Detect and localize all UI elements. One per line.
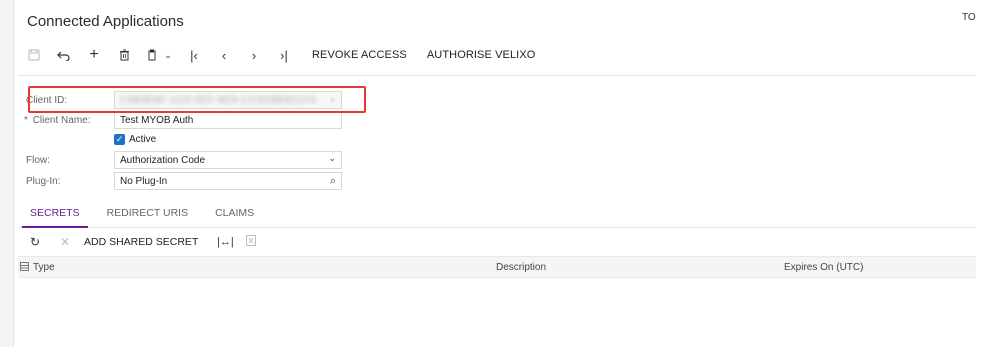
refresh-icon[interactable]: ↻ [24, 235, 46, 249]
required-marker: * [24, 114, 28, 126]
column-header-type[interactable]: Type [33, 262, 55, 273]
grid-settings-icon[interactable] [20, 262, 29, 274]
plugin-value: No Plug-In [120, 175, 168, 187]
main-toolbar: + ⌄ |‹ ‹ › ›| REVOKE ACCESS AUTHORISE VE… [22, 45, 545, 65]
next-icon[interactable]: › [242, 45, 266, 65]
chevron-down-icon: ⌄ [164, 49, 172, 60]
tab-claims[interactable]: CLAIMS [203, 207, 266, 227]
fit-columns-icon[interactable]: |↔| [214, 236, 236, 248]
grid-toolbar: ↻ ✕ ADD SHARED SECRET |↔| [24, 233, 272, 251]
user-menu[interactable]: TO [962, 12, 976, 23]
last-icon[interactable]: ›| [272, 45, 296, 65]
grid-body [18, 279, 976, 347]
client-name-field[interactable]: Test MYOB Auth [114, 111, 342, 129]
flow-value: Authorization Code [120, 154, 206, 166]
tab-bar: SECRETS REDIRECT URIS CLAIMS [18, 202, 976, 228]
flow-select[interactable]: Authorization Code ⌄ [114, 151, 342, 169]
first-icon[interactable]: |‹ [182, 45, 206, 65]
search-icon[interactable]: ⌕ [330, 175, 336, 188]
tab-redirect-uris[interactable]: REDIRECT URIS [95, 207, 200, 227]
grid-header: Type Description Expires On (UTC) [18, 256, 976, 278]
client-name-row: * Client Name: [18, 111, 113, 129]
plugin-label: Plug-In: [26, 175, 61, 187]
active-label: Active [129, 134, 157, 145]
tab-secrets[interactable]: SECRETS [18, 207, 92, 228]
column-header-description[interactable]: Description [496, 262, 546, 273]
revoke-access-button[interactable]: REVOKE ACCESS [302, 45, 417, 65]
add-shared-secret-button[interactable]: ADD SHARED SECRET [84, 236, 198, 248]
left-nav-strip [0, 0, 14, 347]
form-divider [18, 75, 976, 76]
chevron-down-icon: ⌄ [328, 153, 336, 163]
client-name-value: Test MYOB Auth [120, 114, 194, 126]
flow-row: Flow: [18, 151, 113, 169]
copy-paste-icon[interactable]: ⌄ [142, 45, 176, 65]
previous-icon[interactable]: ‹ [212, 45, 236, 65]
plugin-field[interactable]: No Plug-In ⌕ [114, 172, 342, 190]
plugin-row: Plug-In: [18, 172, 113, 190]
add-icon[interactable]: + [82, 45, 106, 65]
delete-icon[interactable] [112, 45, 136, 65]
export-excel-icon[interactable] [240, 235, 262, 249]
flow-label: Flow: [26, 154, 50, 166]
client-name-label-wrap: * Client Name: [18, 115, 113, 126]
authorise-velixo-button[interactable]: AUTHORISE VELIXO [417, 45, 546, 65]
page-title: Connected Applications [27, 13, 184, 30]
save-icon[interactable] [22, 45, 46, 65]
active-checkbox-row[interactable]: ✓ Active [114, 134, 156, 145]
client-id-highlight-box [28, 86, 366, 113]
active-checkbox[interactable]: ✓ [114, 134, 125, 145]
close-icon[interactable]: ✕ [54, 235, 76, 249]
column-header-expires-on[interactable]: Expires On (UTC) [784, 262, 863, 273]
undo-icon[interactable] [52, 45, 76, 65]
client-name-label: Client Name: [32, 114, 91, 126]
